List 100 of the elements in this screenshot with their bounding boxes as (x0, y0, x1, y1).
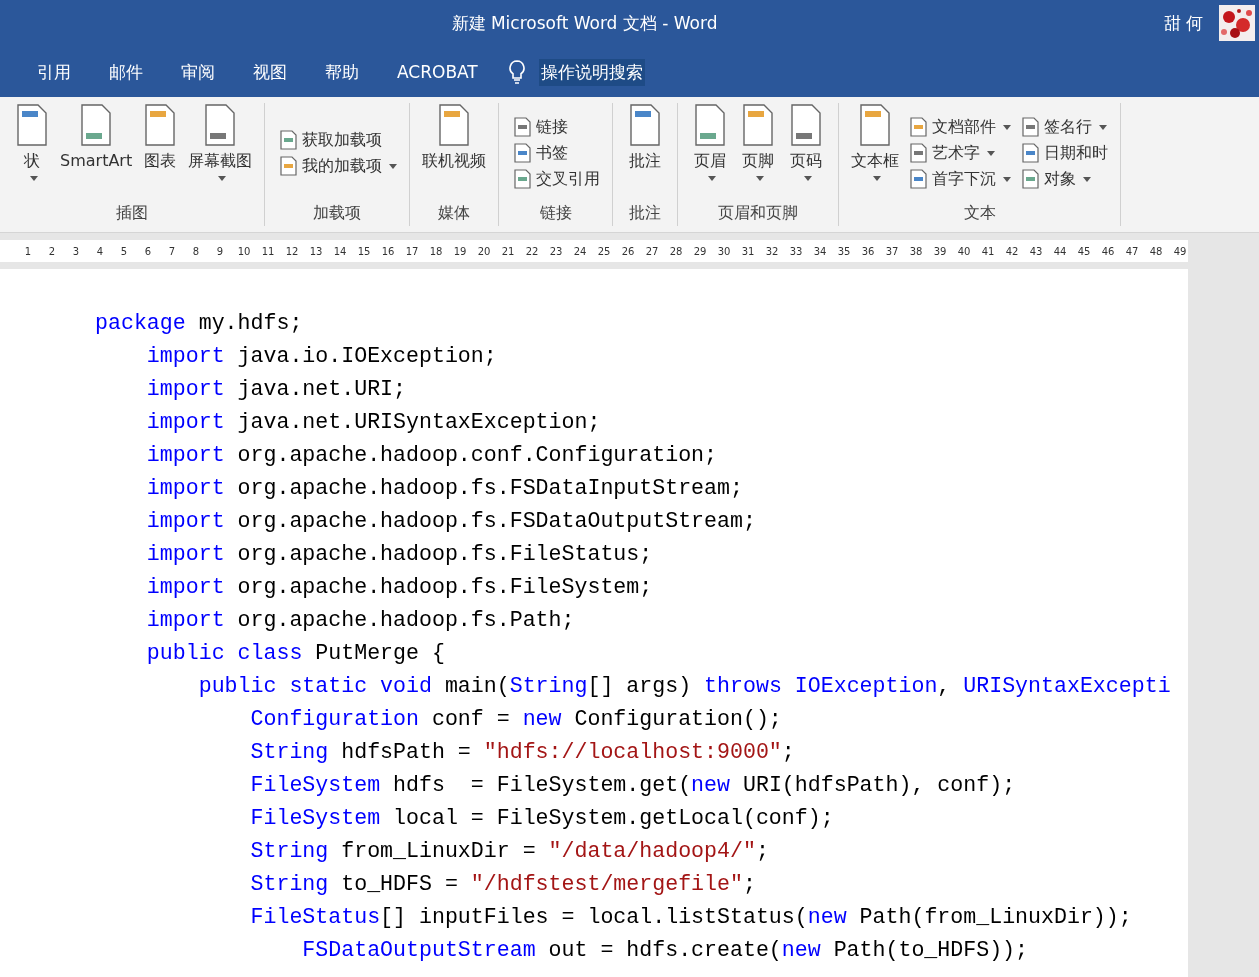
ribbon-button[interactable]: 图表 (138, 103, 183, 203)
code-line: public static void main(String[] args) throws IOException, URISyntaxExcepti (197, 673, 1172, 700)
tell-me-search[interactable]: 操作说明搜索 (538, 58, 645, 86)
ruler-number: 31 (740, 245, 756, 257)
ruler-number: 42 (1004, 245, 1020, 257)
ruler-number: 2 (47, 245, 57, 257)
ruler-number: 44 (1052, 245, 1068, 257)
ruler-number: 10 (236, 245, 252, 257)
ribbon-button[interactable]: 链接 (509, 115, 603, 139)
code-line: FSDataOutputStream out = hdfs.create(new Path(to_HDFS)); (301, 937, 1030, 964)
ribbon-button[interactable]: 书签 (509, 141, 603, 165)
code-line: FileSystem hdfs = FileSystem.get(new URI(hdfsPath), conf); (249, 772, 1017, 799)
ruler-number: 45 (1076, 245, 1092, 257)
ruler-number: 28 (668, 245, 684, 257)
ribbon-tab[interactable]: ACROBAT (380, 58, 495, 86)
ribbon-button[interactable]: 签名行 (1017, 115, 1111, 139)
ruler-number: 17 (404, 245, 420, 257)
ruler-number: 48 (1148, 245, 1164, 257)
ribbon-button[interactable]: 我的加载项 (275, 154, 400, 178)
ruler-number: 16 (380, 245, 396, 257)
document-icon (511, 168, 534, 190)
user-name[interactable]: 甜 何 (1163, 12, 1203, 35)
ruler-number: 25 (596, 245, 612, 257)
code-line: package my.hdfs; (95, 310, 304, 337)
ruler-number: 27 (644, 245, 660, 257)
ruler-number: 40 (956, 245, 972, 257)
ruler-number: 9 (215, 245, 225, 257)
ruler-number: 4 (95, 245, 105, 257)
ruler-number: 35 (836, 245, 852, 257)
group-label: 链接 (539, 203, 572, 224)
code-line: import org.apache.hadoop.fs.Path; (145, 607, 576, 634)
ruler-number: 32 (764, 245, 780, 257)
lightbulb-icon[interactable] (506, 59, 527, 85)
ruler-number: 18 (428, 245, 444, 257)
ribbon-button[interactable]: 页脚 (736, 103, 781, 203)
ruler-number: 21 (500, 245, 516, 257)
group-label: 文本 (963, 203, 996, 224)
code-line: import java.io.IOException; (145, 343, 498, 370)
ribbon-tab[interactable]: 视图 (236, 56, 304, 88)
code-line: FileStatus[] inputFiles = local.listStatus(new Path(from_LinuxDir)); (249, 904, 1133, 931)
ribbon-tab[interactable]: 邮件 (92, 56, 160, 88)
group-label: 插图 (116, 203, 149, 224)
ribbon-button[interactable]: 页码 (784, 103, 829, 203)
ribbon-button[interactable]: SmartArt (58, 103, 135, 203)
document-icon (511, 142, 534, 164)
code-line: Configuration conf = new Configuration(); (249, 706, 783, 733)
ruler-number: 34 (812, 245, 828, 257)
ruler-number: 49 (1172, 245, 1188, 257)
document-icon (1019, 142, 1042, 164)
ruler-number: 39 (932, 245, 948, 257)
window-title: 新建 Microsoft Word 文档 - Word (451, 12, 718, 35)
ruler-number: 23 (548, 245, 564, 257)
ruler-number: 36 (860, 245, 876, 257)
ruler-number: 1 (23, 245, 33, 257)
code-line: import org.apache.hadoop.conf.Configuration; (145, 442, 718, 469)
ribbon-button[interactable]: 联机视频 (420, 103, 489, 203)
ribbon-button[interactable]: 获取加载项 (275, 128, 400, 152)
ribbon-button[interactable]: 页眉 (688, 103, 733, 203)
document-icon (277, 155, 300, 177)
document-icon (511, 116, 534, 138)
code-line: String from_LinuxDir = "/data/hadoop4/"; (249, 838, 770, 865)
ribbon-tab[interactable]: 帮助 (308, 56, 376, 88)
ruler-number: 41 (980, 245, 996, 257)
ribbon-tab[interactable]: 审阅 (164, 56, 232, 88)
ribbon-button[interactable]: 屏幕截图 (186, 103, 255, 203)
ruler-number: 20 (476, 245, 492, 257)
ribbon-button[interactable]: 交叉引用 (509, 167, 603, 191)
code-line: FileSystem local = FileSystem.getLocal(conf); (249, 805, 835, 832)
ribbon-button[interactable]: 批注 (623, 103, 668, 203)
ruler-number: 5 (119, 245, 129, 257)
ribbon-tab[interactable]: 引用 (20, 56, 88, 88)
ribbon-button[interactable]: 对象 (1017, 167, 1111, 191)
ribbon-button[interactable]: 文档部件 (905, 115, 1014, 139)
ruler-number: 8 (191, 245, 201, 257)
group-label: 页眉和页脚 (718, 203, 799, 224)
code-line: import org.apache.hadoop.fs.FileSystem; (145, 574, 654, 601)
ruler-number: 12 (284, 245, 300, 257)
ruler-number: 47 (1124, 245, 1140, 257)
ribbon-button[interactable]: 日期和时 (1017, 141, 1111, 165)
ruler-number: 33 (788, 245, 804, 257)
document-icon (907, 168, 930, 190)
ruler-number: 26 (620, 245, 636, 257)
code-line: String to_HDFS = "/hdfstest/mergefile"; (249, 871, 757, 898)
ruler-number: 13 (308, 245, 324, 257)
ruler-number: 38 (908, 245, 924, 257)
ribbon-button[interactable]: 状 (10, 103, 54, 203)
ribbon-button[interactable]: 首字下沉 (905, 167, 1014, 191)
document-icon (907, 142, 930, 164)
ruler-number: 15 (356, 245, 372, 257)
ruler-number: 19 (452, 245, 468, 257)
ribbon-button[interactable]: 艺术字 (905, 141, 1014, 165)
ruler-number: 46 (1100, 245, 1116, 257)
document-icon (1019, 116, 1042, 138)
ribbon-button[interactable]: 文本框 (849, 103, 902, 203)
ruler-number: 24 (572, 245, 588, 257)
ruler-number: 30 (716, 245, 732, 257)
document-icon (277, 129, 300, 151)
ruler-number: 6 (143, 245, 153, 257)
group-label: 媒体 (438, 203, 471, 224)
group-label: 加载项 (313, 203, 362, 224)
